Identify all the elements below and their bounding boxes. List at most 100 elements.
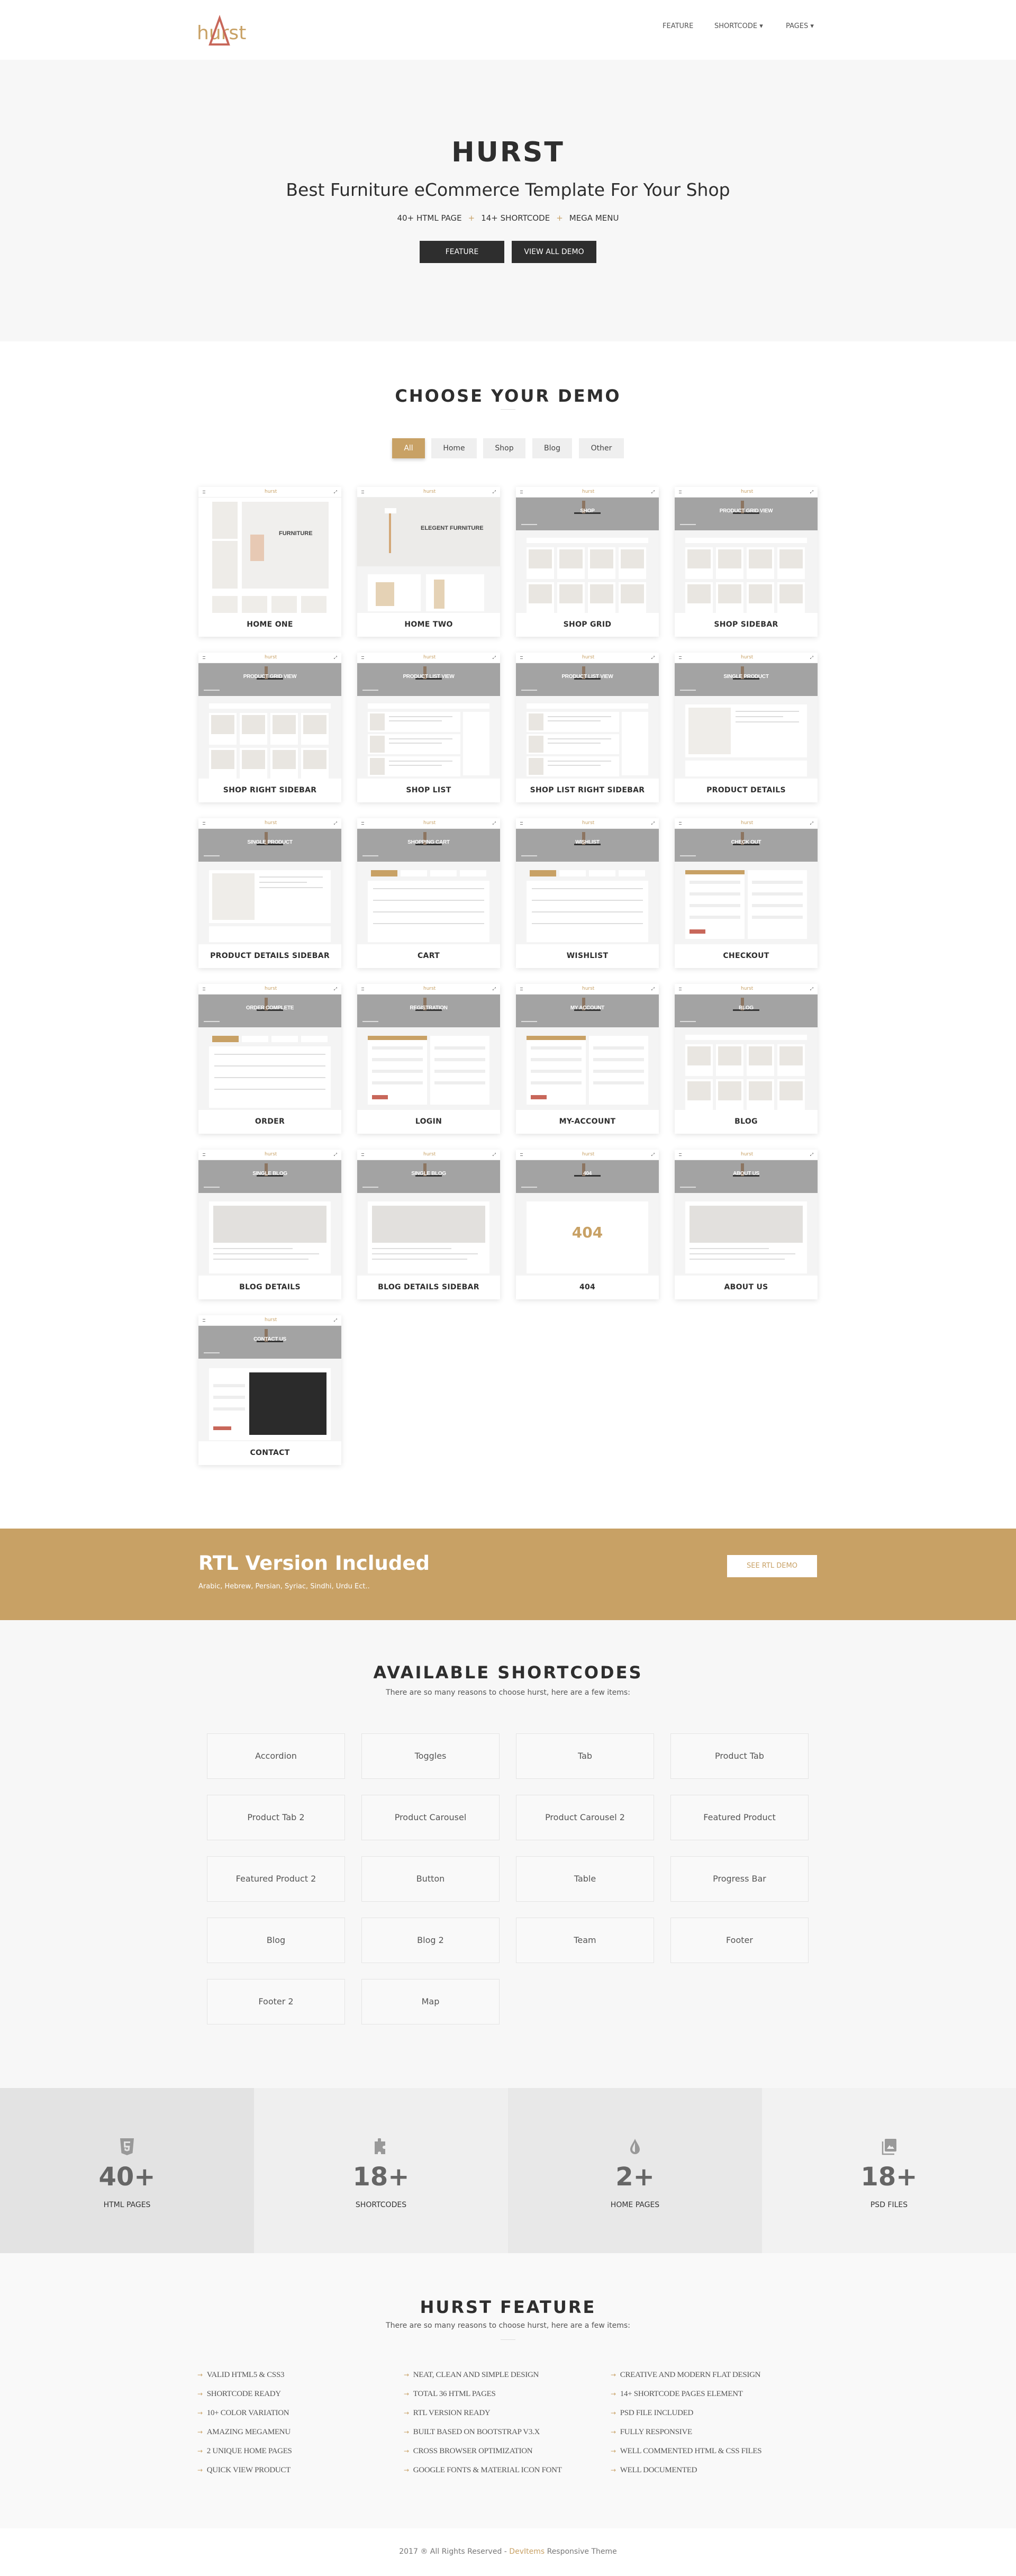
see-rtl-demo-button[interactable]: SEE RTL DEMO: [727, 1555, 817, 1577]
shortcode-item[interactable]: Featured Product: [670, 1795, 809, 1840]
cart-icon: ⤢: [651, 490, 655, 494]
shortcode-item[interactable]: Button: [361, 1856, 500, 1902]
shortcode-item[interactable]: Toggles: [361, 1733, 500, 1779]
thumb-block: [372, 1070, 423, 1073]
thumb-banner-text: SHOP: [580, 508, 595, 514]
demo-card[interactable]: hurst ⤢ ORDER COMPLETE ORDER: [198, 984, 341, 1134]
thumb-header: hurst ⤢: [198, 1150, 341, 1160]
feature-button[interactable]: FEATURE: [420, 241, 504, 263]
filter-other[interactable]: Other: [579, 438, 624, 458]
nav-shortcode[interactable]: SHORTCODE ▾: [714, 22, 763, 30]
demo-card[interactable]: hurst ⤢ REGISTRATION LOGIN: [357, 984, 500, 1134]
arrow-right-icon: →: [404, 2447, 409, 2455]
demo-card[interactable]: hurst ⤢ ABOUT US ABOUT US: [675, 1150, 818, 1299]
nav-feature[interactable]: FEATURE: [663, 22, 693, 30]
thumb-block: [690, 1259, 785, 1260]
demo-card[interactable]: hurst ⤢ WISHLIST WISHLIST: [516, 818, 659, 968]
thumb-breadcrumb: [521, 690, 537, 691]
shortcode-item[interactable]: Product Carousel: [361, 1795, 500, 1840]
feature-item: → 10+ COLOR VARIATION: [197, 2409, 289, 2417]
thumb-block: [527, 538, 648, 543]
demo-card[interactable]: hurst ⤢ SHOPPING CART CART: [357, 818, 500, 968]
shortcode-item[interactable]: Tab: [516, 1733, 654, 1779]
shortcode-item[interactable]: Blog: [207, 1918, 345, 1963]
thumb-block: [527, 703, 648, 709]
shortcode-item[interactable]: Team: [516, 1918, 654, 1963]
thumb-block: [271, 596, 297, 613]
shortcode-item[interactable]: Accordion: [207, 1733, 345, 1779]
thumb-block: [687, 1046, 711, 1065]
demo-card[interactable]: hurst ⤢ SHOP SHOP GRID: [516, 487, 659, 637]
stat-label: HTML PAGES: [103, 2201, 151, 2209]
demo-card[interactable]: hurst ⤢ CONTACT US CONTACT: [198, 1315, 341, 1465]
demo-card-label: BLOG DETAILS SIDEBAR: [378, 1283, 479, 1291]
thumb-block: [548, 761, 611, 762]
shortcode-item[interactable]: Featured Product 2: [207, 1856, 345, 1902]
thumb-banner: ABOUT US: [675, 1160, 818, 1193]
thumb-header: hurst ⤢: [198, 487, 341, 498]
demo-thumbnail: hurst ⤢ SINGLE PRODUCT: [675, 653, 818, 779]
thumb-404-text: 404: [572, 1224, 603, 1241]
thumb-block: [590, 549, 613, 568]
thumb-banner: PRODUCT GRID VIEW: [675, 498, 818, 530]
demo-card[interactable]: hurst ⤢ PRODUCT GRID VIEW SHOP RIGHT SIDEBA…: [198, 653, 341, 802]
shortcode-item[interactable]: Product Tab 2: [207, 1795, 345, 1840]
shortcode-item[interactable]: Table: [516, 1856, 654, 1902]
demo-thumbnail: hurst ⤢ REGISTRATION: [357, 984, 500, 1110]
shortcode-item[interactable]: Product Carousel 2: [516, 1795, 654, 1840]
filter-blog[interactable]: Blog: [532, 438, 572, 458]
thumb-block: [213, 1384, 245, 1387]
demo-thumbnail: hurst ⤢ ABOUT US: [675, 1150, 818, 1276]
shortcode-item[interactable]: Footer: [670, 1918, 809, 1963]
shortcode-item[interactable]: Blog 2: [361, 1918, 500, 1963]
demo-card[interactable]: hurst ⤢ 404 404 404: [516, 1150, 659, 1299]
demo-card[interactable]: hurst ⤢ SINGLE PRODUCT PRODUCT DETAILS SIDE…: [198, 818, 341, 968]
nav-pages[interactable]: PAGES ▾: [786, 22, 814, 30]
divider: [501, 2339, 515, 2340]
thumb-block: [209, 926, 331, 942]
filter-all[interactable]: All: [392, 438, 425, 458]
thumb-banner-text: 404: [583, 1171, 592, 1177]
thumb-block: [619, 870, 645, 876]
devitems-link[interactable]: DevItems: [509, 2547, 545, 2556]
shortcode-item[interactable]: Footer 2: [207, 1979, 345, 2024]
demo-card[interactable]: hurst ⤢ SINGLE BLOG BLOG DETAILS: [198, 1150, 341, 1299]
arrow-right-icon: →: [197, 2428, 203, 2436]
thumb-block: [213, 1248, 293, 1249]
filter-shop[interactable]: Shop: [483, 438, 525, 458]
arrow-right-icon: →: [404, 2466, 409, 2474]
thumb-header: hurst ⤢: [675, 1150, 818, 1160]
demo-card[interactable]: hurst ⤢ MY ACCOUNT MY-ACCOUNT: [516, 984, 659, 1134]
shortcode-item[interactable]: Progress Bar: [670, 1856, 809, 1902]
menu-icon: [679, 988, 682, 990]
demo-card[interactable]: hurst ⤢ PRODUCT LIST VIEW SHOP LIST: [357, 653, 500, 802]
demo-card[interactable]: hurst ⤢ PRODUCT LIST VIEW SHOP LIST RIGHT S…: [516, 653, 659, 802]
demo-card[interactable]: hurst ⤢ CHECK OUT CHECKOUT: [675, 818, 818, 968]
shortcode-item[interactable]: Product Tab: [670, 1733, 809, 1779]
hero-title: HURST: [451, 137, 565, 168]
logo[interactable]: hurst: [197, 12, 250, 49]
thumb-block: [752, 892, 803, 896]
view-all-demo-button[interactable]: VIEW ALL DEMO: [512, 241, 596, 263]
filter-home[interactable]: Home: [431, 438, 477, 458]
thumb-block: [434, 1058, 485, 1061]
thumb-logo: hurst: [423, 820, 436, 826]
thumb-breadcrumb: [521, 1021, 537, 1022]
feature-item: → 2 UNIQUE HOME PAGES: [197, 2447, 292, 2455]
feature-item: → NEAT, CLEAN AND SIMPLE DESIGN: [404, 2371, 539, 2379]
demo-card[interactable]: hurst ⤢ PRODUCT GRID VIEW SHOP SIDEBAR: [675, 487, 818, 637]
thumb-block: [372, 1206, 485, 1243]
thumb-block: [242, 596, 267, 613]
demo-card[interactable]: hurst ⤢ ELEGENT FURNITURE HOME TWO: [357, 487, 500, 637]
thumb-block: [531, 1081, 582, 1084]
feature-item: → BUILT BASED ON BOOTSTRAP V3.X: [404, 2428, 540, 2436]
demo-thumbnail: hurst ⤢ SHOP: [516, 487, 659, 613]
demo-card[interactable]: hurst ⤢ BLOG BLOG: [675, 984, 818, 1134]
thumb-block: [690, 892, 740, 896]
demo-card[interactable]: hurst ⤢ SINGLE BLOG BLOG DETAILS SIDEBAR: [357, 1150, 500, 1299]
thumb-logo: hurst: [582, 655, 595, 660]
thumb-banner: PRODUCT GRID VIEW: [198, 663, 341, 696]
demo-card[interactable]: hurst ⤢ FURNITURE HOME ONE: [198, 487, 341, 637]
shortcode-item[interactable]: Map: [361, 1979, 500, 2024]
demo-card[interactable]: hurst ⤢ SINGLE PRODUCT PRODUCT DETAILS: [675, 653, 818, 802]
